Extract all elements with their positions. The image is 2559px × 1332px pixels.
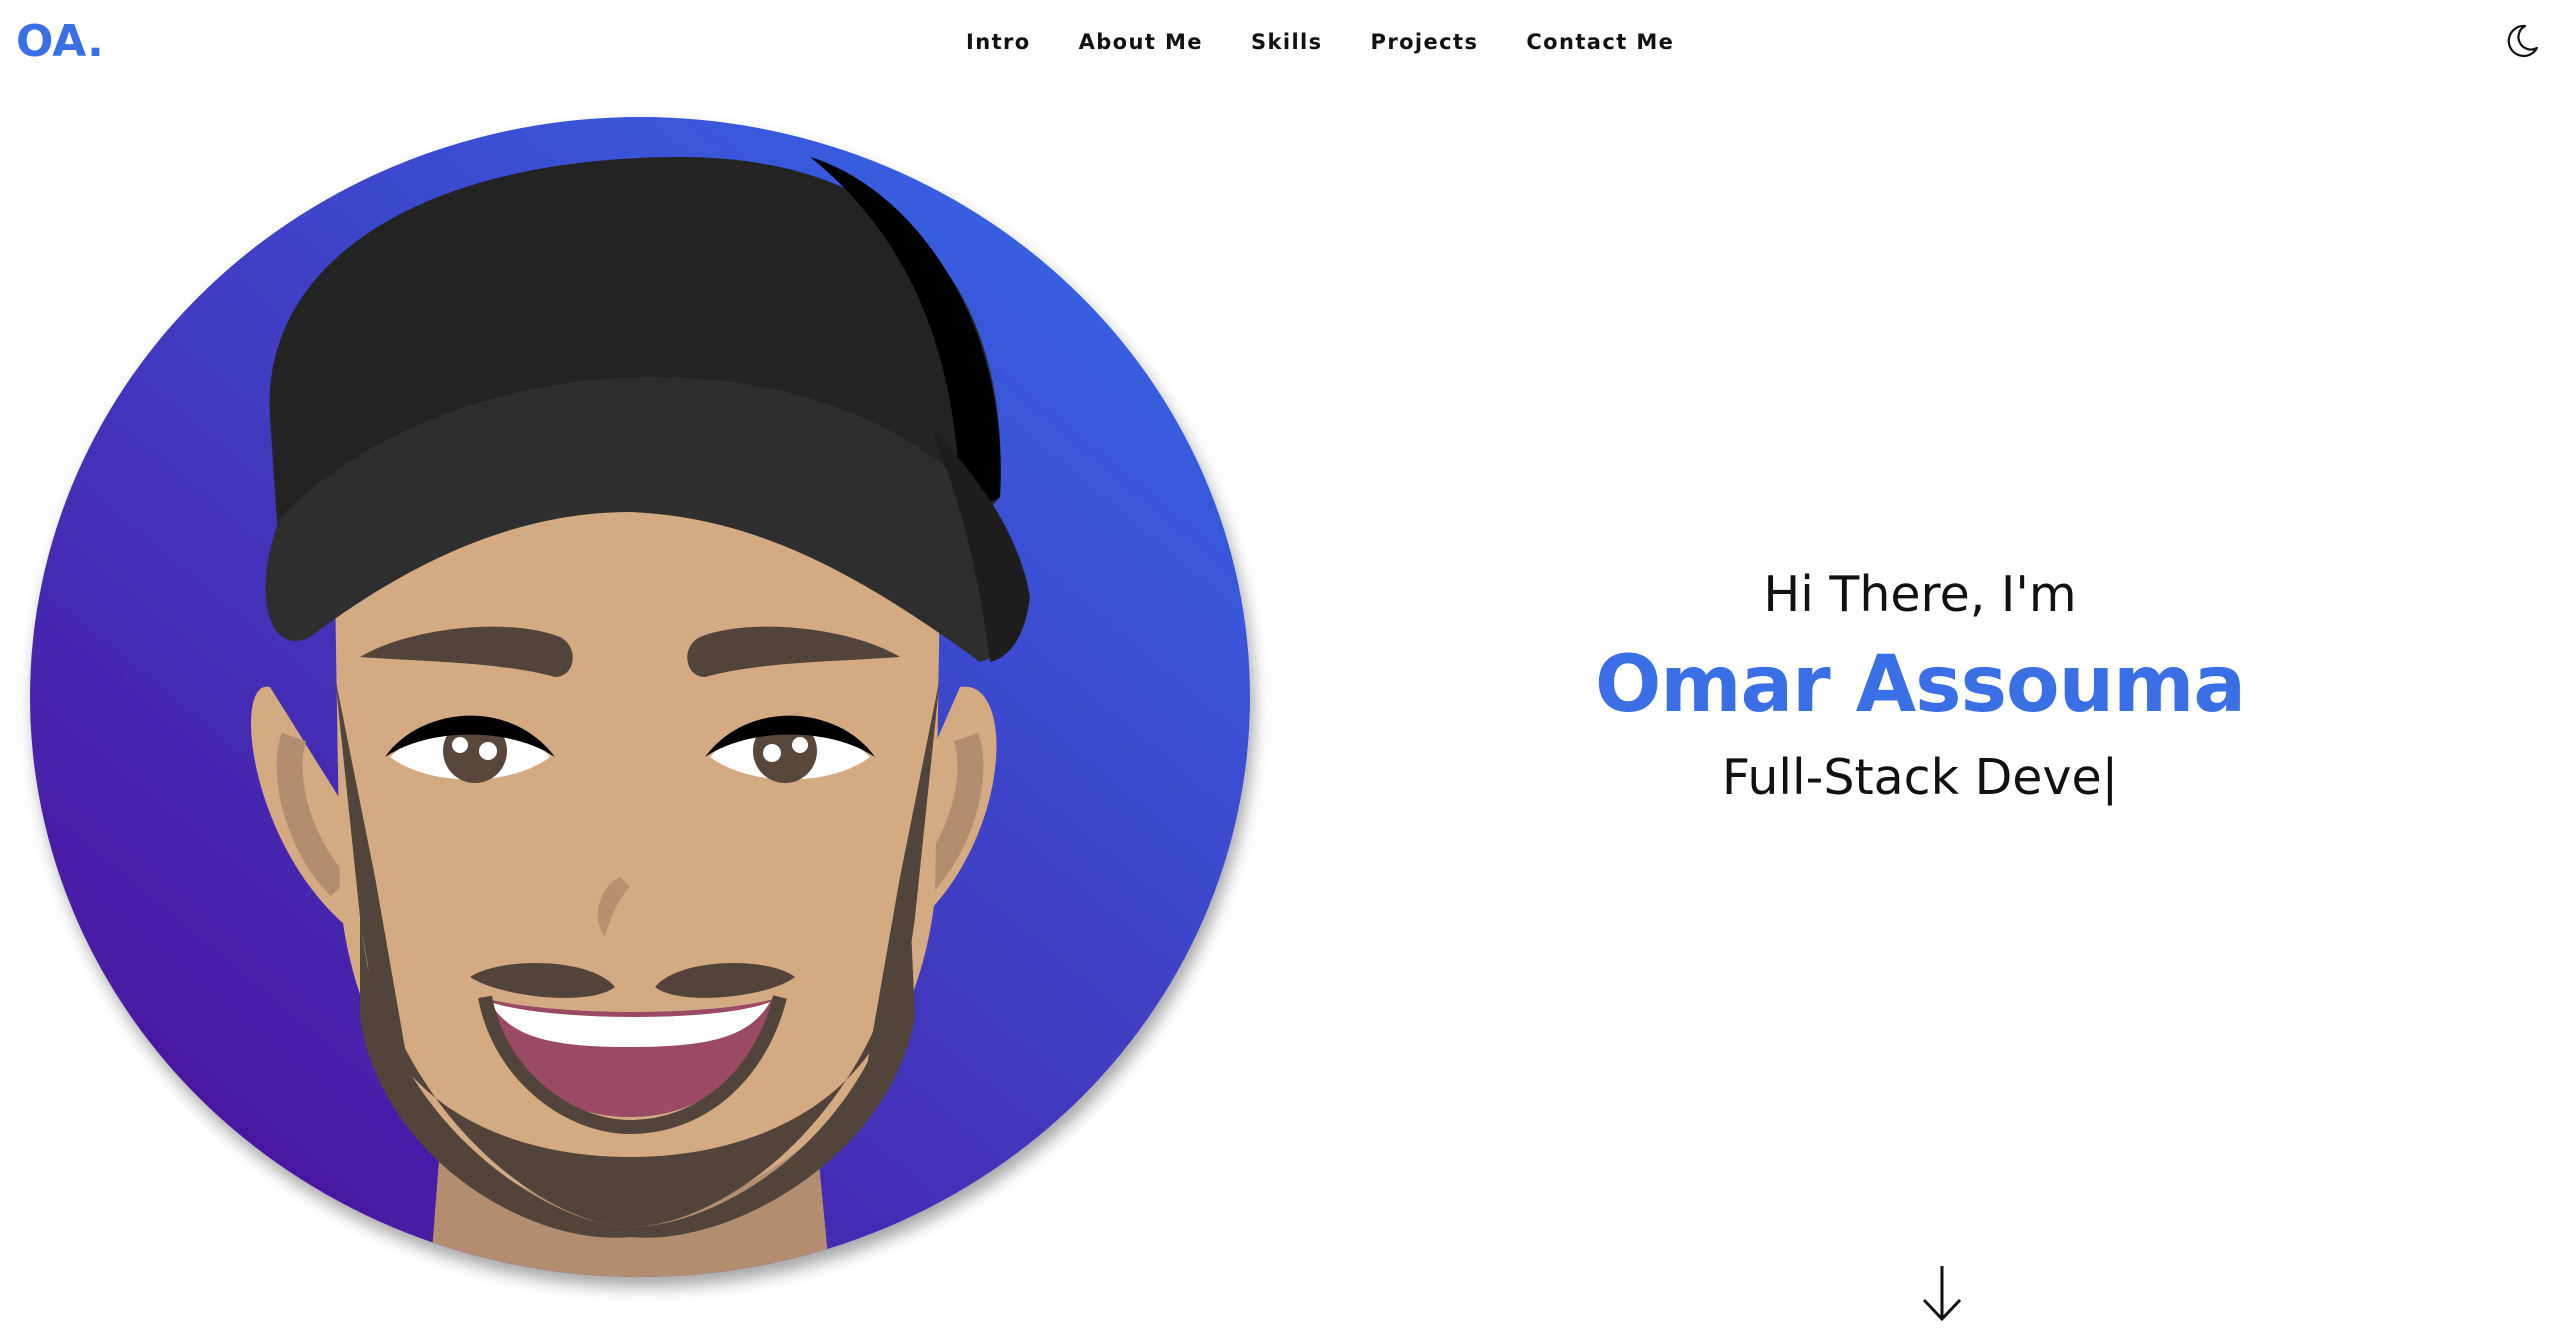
nav-item-contact-me[interactable]: Contact Me [1526,22,1674,62]
typing-cursor: | [2101,749,2119,806]
hero-name: Omar Assouma [1594,640,2246,730]
hero-text: Hi There, I'm Omar Assouma Full-Stack De… [1560,560,2280,816]
scroll-down-button[interactable] [1918,1262,1966,1324]
arrow-down-icon [1922,1266,1962,1322]
typed-role: Full-Stack Deve| [1560,740,2280,816]
typed-role-text: Full-Stack Deve [1721,749,2102,806]
nav-item-about-me[interactable]: About Me [1079,22,1203,62]
main-nav: Intro About Me Skills Projects Contact M… [966,22,1722,62]
avatar-illustration [30,117,1250,1277]
greeting-text: Hi There, I'm [1763,566,2077,623]
page: OA. Intro About Me Skills Projects Conta… [0,0,2559,1332]
nav-item-intro[interactable]: Intro [966,22,1031,62]
nav-item-skills[interactable]: Skills [1251,22,1323,62]
moon-icon [2507,24,2539,58]
theme-toggle-button[interactable] [2501,22,2541,62]
nav-item-projects[interactable]: Projects [1371,22,1479,62]
logo[interactable]: OA. [16,14,104,70]
